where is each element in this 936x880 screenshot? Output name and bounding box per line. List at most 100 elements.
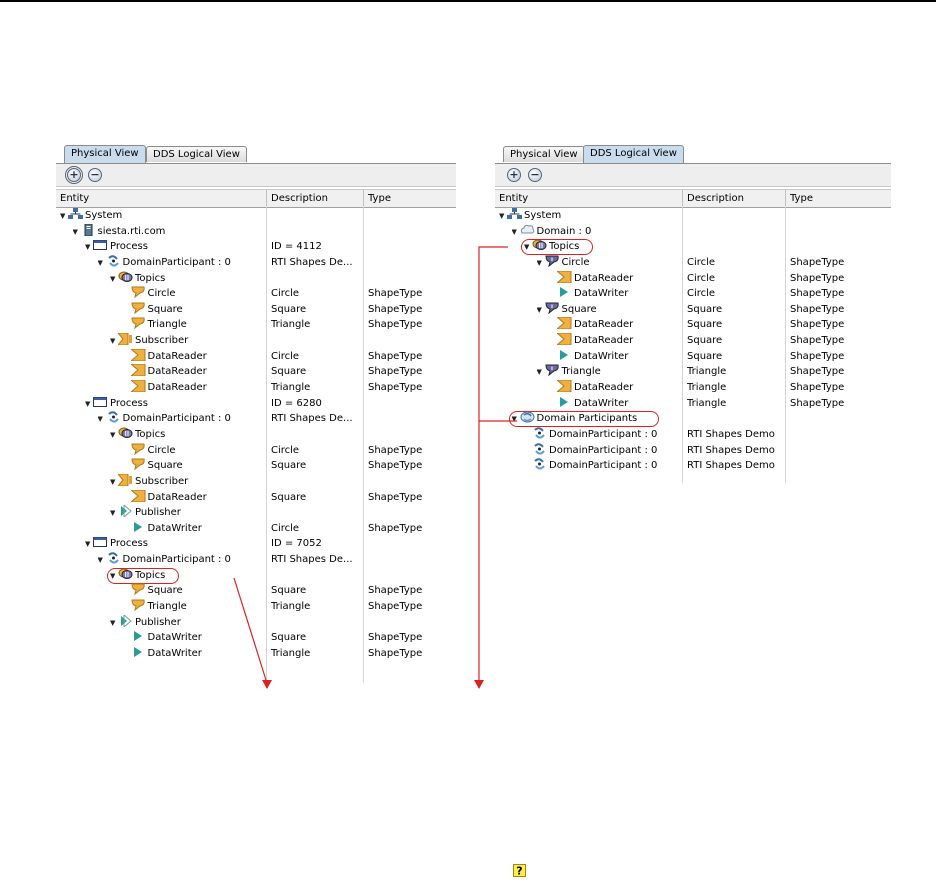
table-row[interactable]: DataReader Triangle ShapeType [56, 380, 456, 396]
subscriber-icon [118, 473, 133, 486]
table-row[interactable]: DataReader Circle ShapeType [56, 348, 456, 365]
column-description[interactable]: Description [683, 190, 786, 207]
logical-view-panel: Physical View DDS Logical View + − Entit… [495, 143, 891, 483]
column-entity[interactable]: Entity [56, 190, 267, 207]
table-row[interactable]: ▼ siesta.rti.com [56, 223, 456, 241]
table-row[interactable]: Triangle Triangle ShapeType [56, 317, 456, 333]
table-row[interactable]: ▼ Subscriber [56, 473, 456, 491]
table-row[interactable]: Circle Circle ShapeType [56, 286, 456, 302]
expand-toggle-icon[interactable]: ▼ [98, 256, 106, 272]
expand-toggle-icon[interactable]: ▼ [85, 537, 93, 553]
table-row[interactable]: ▼ Process ID = 7052 [56, 536, 456, 552]
expand-toggle-icon[interactable]: ▼ [85, 240, 93, 256]
expand-toggle-icon[interactable]: ▼ [537, 256, 545, 272]
expand-toggle-icon[interactable]: ▼ [85, 397, 93, 413]
expand-toggle-icon[interactable]: ▼ [98, 553, 106, 569]
expand-all-button[interactable]: + [507, 168, 521, 182]
table-row[interactable]: Square Square ShapeType [56, 583, 456, 599]
table-row[interactable]: ▼ Domain : 0 [495, 224, 891, 240]
table-row[interactable]: ▼ System [56, 208, 456, 224]
description-cell: Square [271, 460, 307, 472]
table-row[interactable]: DataWriter Circle ShapeType [56, 521, 456, 537]
table-row[interactable]: ▼ Process ID = 6280 [56, 396, 456, 412]
table-row[interactable]: ▼ Topics [56, 567, 456, 584]
table-row[interactable]: DataWriter Square ShapeType [495, 349, 891, 365]
table-row[interactable]: ▼ Square Square ShapeType [495, 302, 891, 318]
topic-icon [130, 583, 146, 596]
table-row[interactable]: Square Square ShapeType [56, 302, 456, 318]
entity-label: System [524, 210, 562, 221]
table-row[interactable]: DataWriter Circle ShapeType [495, 286, 891, 302]
expand-toggle-icon[interactable]: ▼ [73, 225, 81, 241]
table-row[interactable]: ▼ Process ID = 4112 [56, 239, 456, 255]
description-cell: Square [271, 491, 307, 503]
expand-toggle-icon[interactable]: ▼ [60, 209, 68, 225]
table-row[interactable]: ▼ Publisher [56, 505, 456, 521]
table-row[interactable]: ▼ Topics [495, 239, 891, 256]
table-row[interactable]: ▼ Subscriber [56, 333, 456, 349]
column-type[interactable]: Type [364, 190, 456, 207]
expand-toggle-icon[interactable]: ▼ [110, 475, 118, 491]
table-row[interactable]: ▼ Triangle Triangle ShapeType [495, 364, 891, 380]
topic-icon [130, 458, 146, 471]
table-row[interactable]: Triangle Triangle ShapeType [56, 599, 456, 615]
help-question-icon[interactable]: ? [513, 864, 526, 878]
table-row[interactable]: DomainParticipant : 0 RTI Shapes Demo [495, 458, 891, 474]
table-row[interactable]: ▼ DomainParticipant : 0 RTI Shapes De... [56, 255, 456, 271]
table-row[interactable]: ▼ Domain Participants [495, 411, 891, 428]
expand-all-button[interactable]: + [65, 166, 83, 184]
description-cell: RTI Shapes Demo [687, 428, 775, 440]
entity-label: DomainParticipant : 0 [549, 428, 658, 440]
table-row[interactable]: DataWriter Triangle ShapeType [495, 396, 891, 412]
expand-toggle-icon[interactable]: ▼ [110, 428, 118, 444]
datawriter-icon [131, 646, 146, 658]
expand-toggle-icon[interactable]: ▼ [537, 303, 545, 319]
type-cell: ShapeType [790, 350, 845, 362]
table-row[interactable]: DataReader Square ShapeType [495, 317, 891, 333]
annotation-highlight [107, 567, 179, 584]
collapse-all-button[interactable]: − [528, 168, 542, 182]
expand-toggle-icon[interactable]: ▼ [537, 365, 545, 381]
table-row[interactable]: DataReader Square ShapeType [56, 489, 456, 506]
table-row[interactable]: ▼ DomainParticipant : 0 RTI Shapes De... [56, 411, 456, 427]
domain-icon [520, 224, 535, 236]
table-row[interactable]: DataReader Triangle ShapeType [495, 380, 891, 396]
tab-physical-view[interactable]: Physical View [64, 145, 146, 163]
table-row[interactable]: ▼ Topics [56, 427, 456, 443]
table-row[interactable]: Square Square ShapeType [56, 458, 456, 474]
description-cell: ID = 7052 [271, 538, 322, 550]
table-row[interactable]: DomainParticipant : 0 RTI Shapes Demo [495, 427, 891, 443]
table-row[interactable]: Circle Circle ShapeType [56, 443, 456, 459]
table-row[interactable]: DataWriter Triangle ShapeType [56, 646, 456, 662]
column-entity[interactable]: Entity [495, 190, 683, 207]
table-row[interactable]: DomainParticipant : 0 RTI Shapes Demo [495, 442, 891, 459]
table-row[interactable]: ▼ DomainParticipant : 0 RTI Shapes De... [56, 552, 456, 568]
collapse-all-button[interactable]: − [88, 168, 102, 182]
table-row[interactable]: ▼ Circle Circle ShapeType [495, 255, 891, 271]
table-row[interactable]: ▼ Publisher [56, 614, 456, 632]
table-row[interactable]: DataReader Square ShapeType [56, 364, 456, 380]
entity-cell: ▼ Subscriber [110, 473, 271, 491]
description-cell: Square [271, 303, 307, 315]
expand-toggle-icon[interactable]: ▼ [110, 616, 118, 632]
tab-dds-logical-view[interactable]: DDS Logical View [146, 146, 247, 162]
table-row[interactable]: DataReader Square ShapeType [495, 333, 891, 349]
table-row[interactable]: DataWriter Square ShapeType [56, 630, 456, 646]
column-description[interactable]: Description [267, 190, 364, 207]
expand-toggle-icon[interactable]: ▼ [110, 334, 118, 350]
datawriter-icon [557, 396, 572, 408]
column-type[interactable]: Type [786, 190, 891, 207]
expand-toggle-icon[interactable]: ▼ [512, 225, 520, 241]
expand-toggle-icon[interactable]: ▼ [110, 506, 118, 522]
tab-dds-logical-view[interactable]: DDS Logical View [583, 145, 684, 163]
table-row[interactable]: DataReader Circle ShapeType [495, 270, 891, 287]
expand-toggle-icon[interactable]: ▼ [98, 412, 106, 428]
entity-label: DataReader [147, 491, 207, 503]
expand-toggle-icon[interactable]: ▼ [499, 209, 507, 225]
entity-label: Process [110, 397, 148, 409]
tab-physical-view[interactable]: Physical View [503, 146, 585, 162]
table-row[interactable]: ▼ Topics [56, 271, 456, 287]
table-row[interactable]: ▼ System [495, 208, 891, 224]
description-cell: Triangle [271, 601, 311, 613]
expand-toggle-icon[interactable]: ▼ [110, 272, 118, 288]
